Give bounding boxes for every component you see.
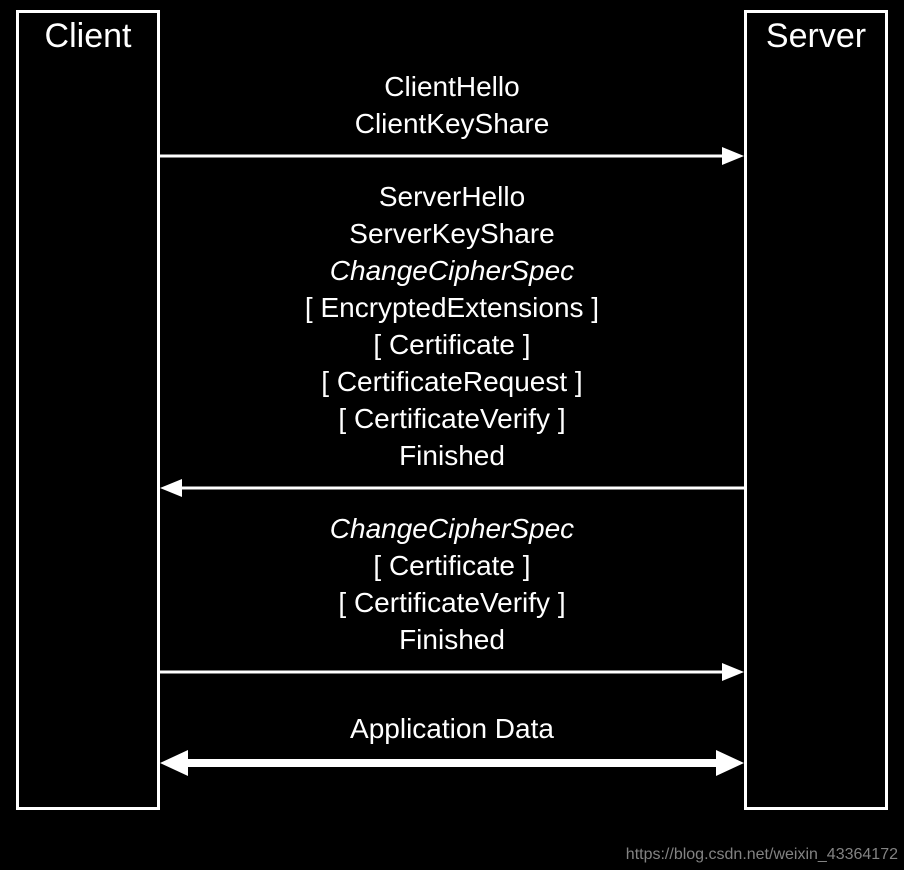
arrow-both-icon bbox=[160, 748, 744, 778]
lifeline-server: Server bbox=[744, 10, 888, 810]
msg-text: Application Data bbox=[160, 710, 744, 747]
sequence-diagram: Client Server ClientHello ClientKeyShare… bbox=[0, 0, 904, 870]
msg-text: [ CertificateRequest ] bbox=[160, 363, 744, 400]
msg-text: ServerKeyShare bbox=[160, 215, 744, 252]
lifeline-client-label: Client bbox=[19, 17, 157, 56]
msg-text: ChangeCipherSpec bbox=[160, 252, 744, 289]
lifeline-server-label: Server bbox=[747, 17, 885, 56]
msg-text: [ Certificate ] bbox=[160, 326, 744, 363]
flight-3-messages: ChangeCipherSpec [ Certificate ] [ Certi… bbox=[160, 510, 744, 658]
flight-4-messages: Application Data bbox=[160, 710, 744, 747]
msg-text: [ CertificateVerify ] bbox=[160, 400, 744, 437]
arrow-right-icon bbox=[160, 144, 744, 168]
flight-2-messages: ServerHello ServerKeyShare ChangeCipherS… bbox=[160, 178, 744, 474]
arrow-left-icon bbox=[160, 476, 744, 500]
msg-text: ClientKeyShare bbox=[160, 105, 744, 142]
flight-1-messages: ClientHello ClientKeyShare bbox=[160, 68, 744, 142]
lifeline-client: Client bbox=[16, 10, 160, 810]
arrow-right-icon bbox=[160, 660, 744, 684]
msg-text: ClientHello bbox=[160, 68, 744, 105]
msg-text: Finished bbox=[160, 437, 744, 474]
msg-text: ChangeCipherSpec bbox=[160, 510, 744, 547]
msg-text: [ CertificateVerify ] bbox=[160, 584, 744, 621]
msg-text: [ Certificate ] bbox=[160, 547, 744, 584]
msg-text: [ EncryptedExtensions ] bbox=[160, 289, 744, 326]
msg-text: Finished bbox=[160, 621, 744, 658]
msg-text: ServerHello bbox=[160, 178, 744, 215]
watermark-text: https://blog.csdn.net/weixin_43364172 bbox=[626, 846, 898, 864]
